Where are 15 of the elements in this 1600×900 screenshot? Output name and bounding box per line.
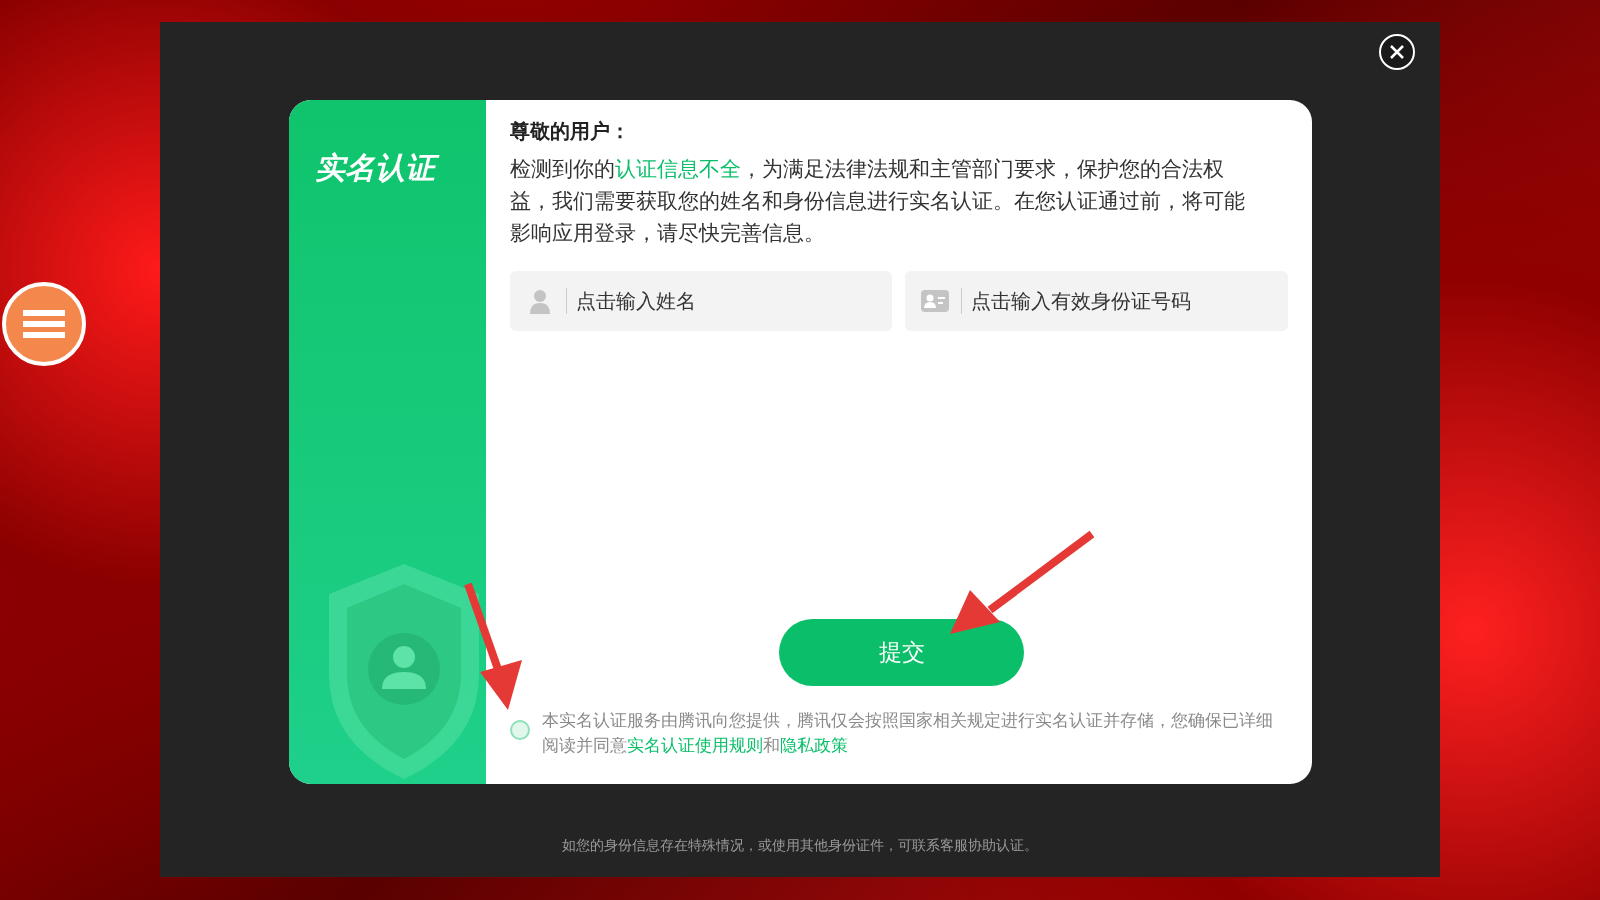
id-number-field[interactable]: 点击输入有效身份证号码 xyxy=(905,271,1288,331)
name-field[interactable]: 点击输入姓名 xyxy=(509,271,892,331)
id-card-icon xyxy=(921,288,949,314)
policy-link[interactable]: 隐私政策 xyxy=(779,736,848,755)
close-icon xyxy=(1389,44,1405,60)
footer-note: 如您的身份信息存在特殊情况，或使用其他身份证件，可联系客服协助认证。 xyxy=(562,837,1038,853)
dialog-title: 实名认证 xyxy=(314,148,486,189)
close-button[interactable] xyxy=(1379,34,1415,70)
notice-paragraph: 检测到你的认证信息不全，为满足法律法规和主管部门要求，保护您的合法权益，我们需要获取您的姓名和身份信息进行实名认证。在您认证通过前，将可能影响应用登录，请尽快完善信息。 xyxy=(509,156,1246,247)
greeting-text: 尊敬的用户： xyxy=(509,118,631,145)
policy-link[interactable]: 实名认证使用规则 xyxy=(626,736,763,755)
consent-radio[interactable] xyxy=(509,720,530,740)
menu-icon xyxy=(23,308,65,340)
consent-text: 本实名认证服务由腾讯向您提供，腾讯仅会按照国家相关规定进行实名认证并存储，您确保已详细阅读并同意实名认证使用规则和隐私政策 xyxy=(541,710,1274,757)
submit-button[interactable]: 提交 xyxy=(779,619,1024,686)
